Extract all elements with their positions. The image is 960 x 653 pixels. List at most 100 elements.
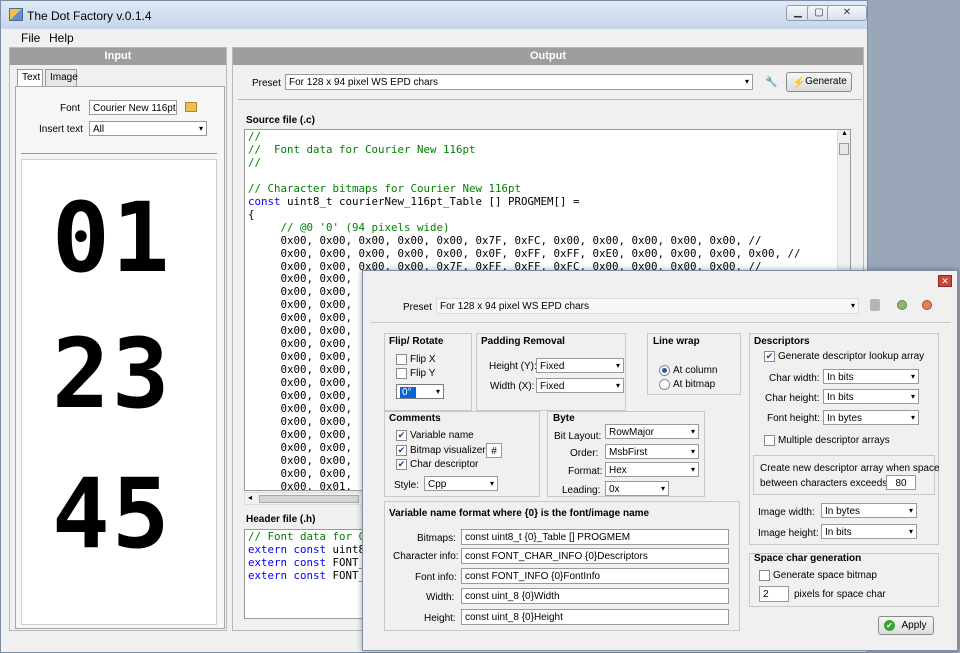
chevron-down-icon: ▾ [908, 527, 913, 536]
generate-button[interactable]: ⚡ Generate [786, 72, 852, 92]
chevron-down-icon: ▾ [908, 506, 913, 515]
width-x-label: Width (X): [490, 381, 535, 392]
insert-text-label: Insert text [39, 124, 83, 135]
code-line: // Font data for Courier New 116pt [248, 142, 476, 156]
font-height-value: In bytes [827, 413, 863, 424]
char-height-label: Char height: [765, 393, 820, 404]
lightning-icon: ⚡ [792, 77, 806, 89]
font-label: Font [60, 103, 81, 114]
rotation-select[interactable]: 0° ▾ [396, 384, 444, 399]
font-height-select[interactable]: In bytes ▾ [823, 410, 919, 425]
delete-preset-icon[interactable] [922, 300, 932, 310]
header-code-editor[interactable]: // Font data for Cextern const uint8 exte… [244, 529, 374, 619]
bitmaps-format-input[interactable]: const uint8_t {0}_Table [] PROGMEM [461, 529, 729, 545]
padding-removal-title: Padding Removal [481, 336, 565, 347]
apply-button[interactable]: ✔ Apply [878, 616, 934, 635]
font-info-format-input[interactable]: const FONT_INFO {0}FontInfo [461, 568, 729, 584]
tab-image[interactable]: Image [45, 69, 78, 86]
visualizer-char-input[interactable]: # [486, 443, 502, 458]
padding-height-select[interactable]: Fixed ▾ [536, 358, 624, 373]
bitmap-visualizer-checkbox[interactable]: ✔ [396, 445, 407, 456]
comments-title: Comments [389, 413, 441, 424]
width-label: Width: [426, 592, 455, 603]
close-button[interactable]: ✕ [827, 5, 867, 21]
flip-rotate-title: Flip/ Rotate [389, 336, 444, 347]
code-line: // [248, 155, 262, 169]
folder-icon[interactable] [185, 102, 197, 112]
byte-title: Byte [553, 413, 575, 424]
preset-value: For 128 x 94 pixel WS EPD chars [289, 77, 438, 88]
output-configuration-dialog: ✕ Preset For 128 x 94 pixel WS EPD chars… [362, 270, 958, 651]
bit-layout-value: RowMajor [609, 427, 655, 438]
add-preset-icon[interactable] [897, 300, 907, 310]
flip-x-label: Flip X [410, 354, 436, 365]
variable-name-label: Variable name [410, 430, 474, 441]
code-line: 0x00, 0x00, 0x00, 0x00, 0x00, 0x7F, 0xFC… [248, 233, 762, 247]
font-field[interactable]: Courier New 116pts / I [89, 100, 177, 115]
divider [21, 153, 217, 154]
generate-space-label: Generate space bitmap [773, 570, 877, 581]
variable-name-format-title: Variable name format where {0} is the fo… [389, 508, 650, 519]
scroll-up-icon[interactable]: ▲ [841, 130, 848, 137]
scroll-thumb[interactable] [839, 143, 849, 155]
save-preset-icon[interactable] [870, 299, 880, 311]
dialog-close-button[interactable]: ✕ [938, 275, 952, 287]
leading-select[interactable]: 0x ▾ [605, 481, 669, 496]
image-width-select[interactable]: In bytes ▾ [821, 503, 917, 518]
multiple-arrays-checkbox[interactable] [764, 435, 775, 446]
order-label: Order: [570, 448, 599, 459]
apply-label: Apply [901, 620, 927, 631]
generate-lookup-label: Generate descriptor lookup array [778, 351, 925, 362]
scroll-left-icon[interactable]: ◂ [248, 493, 252, 502]
sample-line: 23 [52, 318, 172, 430]
bit-layout-select[interactable]: RowMajor ▾ [605, 424, 699, 439]
chevron-down-icon: ▾ [744, 77, 749, 86]
source-horizontal-scrollbar[interactable]: ◂ [244, 492, 374, 505]
width-format-input[interactable]: const uint_8 {0}Width [461, 588, 729, 604]
title-bar[interactable]: The Dot Factory v.0.1.4 ▁ ▢ ✕ [1, 1, 867, 29]
char-descriptor-checkbox[interactable]: ✔ [396, 459, 407, 470]
menu-help[interactable]: Help [43, 31, 80, 45]
descriptors-title: Descriptors [754, 336, 810, 347]
height-format-input[interactable]: const uint_8 {0}Height [461, 609, 729, 625]
tab-text[interactable]: Text [17, 69, 43, 87]
image-width-label: Image width: [758, 507, 815, 518]
character-info-format-input[interactable]: const FONT_CHAR_INFO {0}Descriptors [461, 548, 729, 564]
preset-label: Preset [252, 78, 281, 89]
dialog-preset-select[interactable]: For 128 x 94 pixel WS EPD chars ▾ [436, 298, 859, 314]
code-line: { [248, 207, 255, 221]
font-height-label: Font height: [767, 413, 820, 424]
multiple-arrays-label: Multiple descriptor arrays [778, 435, 890, 446]
padding-height-value: Fixed [540, 361, 565, 372]
generate-lookup-checkbox[interactable]: ✔ [764, 351, 775, 362]
flip-x-checkbox[interactable] [396, 354, 407, 365]
leading-value: 0x [609, 484, 620, 495]
flip-y-checkbox[interactable] [396, 368, 407, 379]
bit-layout-label: Bit Layout: [554, 431, 602, 442]
at-column-radio[interactable] [659, 365, 670, 376]
chevron-down-icon: ▾ [910, 413, 915, 422]
header-file-label: Header file (.h) [246, 514, 316, 525]
space-pixels-input[interactable]: 2 [759, 586, 789, 602]
char-width-select[interactable]: In bits ▾ [823, 369, 919, 384]
style-label: Style: [394, 480, 420, 491]
wrench-icon[interactable]: 🔧 [765, 77, 777, 88]
scroll-thumb[interactable] [259, 495, 359, 503]
space-threshold-input[interactable]: 80 [886, 475, 916, 490]
format-select[interactable]: Hex ▾ [605, 462, 699, 477]
char-height-select[interactable]: In bits ▾ [823, 389, 919, 404]
chevron-down-icon: ▾ [850, 301, 855, 310]
at-bitmap-radio[interactable] [659, 379, 670, 390]
variable-name-checkbox[interactable]: ✔ [396, 430, 407, 441]
padding-width-select[interactable]: Fixed ▾ [536, 378, 624, 393]
style-select[interactable]: Cpp ▾ [424, 476, 498, 491]
image-height-select[interactable]: In bits ▾ [821, 524, 917, 539]
chevron-down-icon: ▾ [910, 372, 915, 381]
order-select[interactable]: MsbFirst ▾ [605, 444, 699, 459]
sample-text-area[interactable]: 01 23 45 [21, 159, 217, 625]
line-wrap-title: Line wrap [653, 336, 700, 347]
insert-text-select[interactable]: All ▾ [89, 121, 207, 136]
generate-space-checkbox[interactable] [759, 570, 770, 581]
menu-file[interactable]: File [15, 31, 46, 45]
preset-select[interactable]: For 128 x 94 pixel WS EPD chars ▾ [285, 74, 753, 90]
